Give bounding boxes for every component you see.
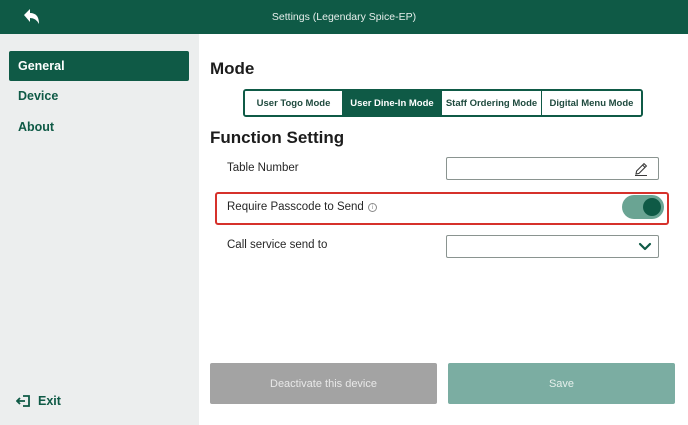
- exit-icon: [16, 395, 30, 407]
- pencil-icon: [635, 162, 648, 176]
- mode-option-digital-menu[interactable]: Digital Menu Mode: [542, 91, 641, 115]
- toggle-knob: [643, 198, 661, 216]
- table-number-input[interactable]: [446, 157, 659, 180]
- deactivate-device-button[interactable]: Deactivate this device: [210, 363, 437, 404]
- sidebar-item-general[interactable]: General: [9, 51, 189, 81]
- mode-selector: User Togo Mode User Dine-In Mode Staff O…: [243, 89, 643, 117]
- mode-option-user-dine-in[interactable]: User Dine-In Mode: [343, 91, 442, 115]
- sidebar-item-device[interactable]: Device: [9, 81, 189, 111]
- require-passcode-label: Require Passcode to Send i: [227, 201, 377, 213]
- call-service-select[interactable]: [446, 235, 659, 258]
- info-icon[interactable]: i: [367, 203, 377, 212]
- save-button[interactable]: Save: [448, 363, 675, 404]
- exit-label: Exit: [38, 394, 61, 408]
- main-panel: Mode User Togo Mode User Dine-In Mode St…: [199, 34, 688, 425]
- exit-button[interactable]: Exit: [16, 392, 61, 410]
- chevron-down-icon: [638, 242, 652, 251]
- page-title: Settings (Legendary Spice-EP): [271, 11, 417, 23]
- sidebar-item-about[interactable]: About: [9, 112, 189, 142]
- call-service-label: Call service send to: [227, 239, 328, 251]
- sidebar: General Device About: [0, 34, 199, 425]
- mode-option-staff-ordering[interactable]: Staff Ordering Mode: [442, 91, 542, 115]
- require-passcode-toggle[interactable]: [622, 195, 664, 219]
- require-passcode-text: Require Passcode to Send: [227, 201, 364, 213]
- top-bar: Settings (Legendary Spice-EP): [0, 0, 688, 34]
- table-number-label: Table Number: [227, 162, 299, 174]
- function-setting-heading: Function Setting: [210, 128, 345, 147]
- mode-option-user-togo[interactable]: User Togo Mode: [245, 91, 343, 115]
- mode-heading: Mode: [210, 59, 255, 78]
